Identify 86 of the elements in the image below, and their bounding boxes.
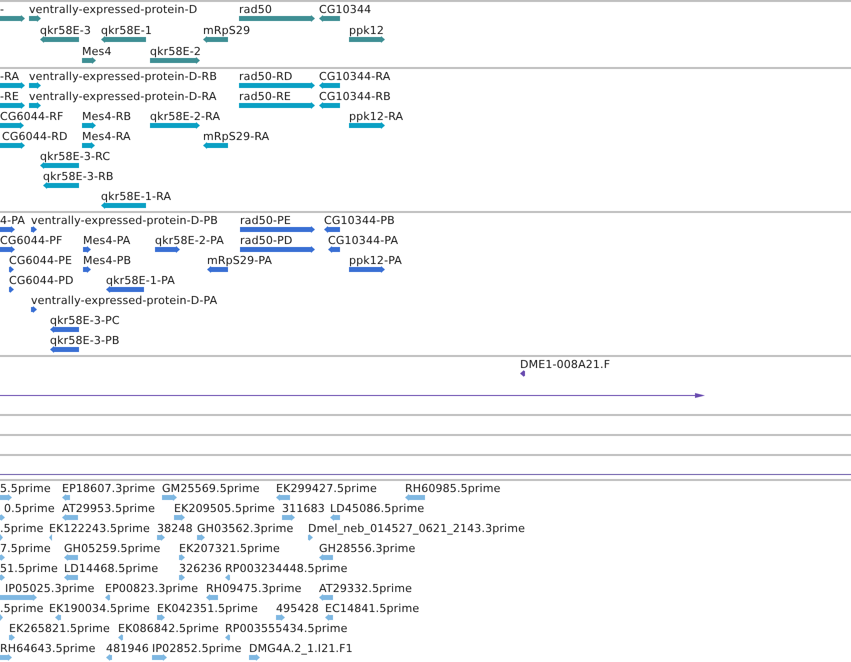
feature-label[interactable]: CG6044-RF (0, 111, 64, 123)
feature-label[interactable]: qkr58E-3-RC (40, 151, 110, 163)
feature-label[interactable]: CG6044-PF (0, 235, 62, 247)
feature-label[interactable]: 38248 (157, 523, 193, 535)
feature-label[interactable]: LD14468.5prime (64, 563, 158, 575)
feature-label[interactable]: ppk12-RA (349, 111, 404, 123)
feature-label[interactable]: 326236 (179, 563, 222, 575)
feature-label[interactable]: Mes4 (82, 46, 112, 58)
feature-label[interactable]: DME1-008A21.F (520, 359, 610, 371)
feature-label[interactable]: ppk12 (349, 25, 384, 37)
feature-label[interactable]: ventrally-expressed-protein-D-PA (31, 295, 218, 307)
feature-label[interactable]: qkr58E-1-PA (106, 275, 175, 287)
feature-label[interactable]: CG10344-PB (324, 215, 395, 227)
feature-label[interactable]: qkr58E-3-PB (50, 335, 120, 347)
feature-label[interactable]: qkr58E-2 (150, 46, 201, 58)
feature-label[interactable]: EK265821.5prime (9, 623, 110, 635)
feature-label[interactable]: qkr58E-1 (101, 25, 152, 37)
feature-label[interactable]: rad50-RE (239, 91, 292, 103)
feature-label[interactable]: ventrally-expressed-protein-D-RA (29, 91, 217, 103)
feature-label[interactable]: Mes4-RA (82, 131, 131, 143)
feature-label[interactable]: EK209505.5prime (174, 503, 275, 515)
feature-label[interactable]: 4-PA (0, 215, 26, 227)
feature-label[interactable]: 495428 (276, 603, 319, 615)
feature-label[interactable]: GM25569.5prime (162, 483, 260, 495)
feature-label[interactable]: EK042351.5prime (157, 603, 258, 615)
feature-label[interactable]: EK086842.5prime (118, 623, 219, 635)
feature-label[interactable]: RP003234448.5prime (225, 563, 348, 575)
feature-label[interactable]: qkr58E-1-RA (101, 191, 172, 203)
feature-label[interactable]: EK207321.5prime (179, 543, 280, 555)
feature-label[interactable]: Mes4-PB (83, 255, 132, 267)
feature-label[interactable]: AT29332.5prime (319, 583, 412, 595)
feature-label[interactable]: LD45086.5prime (330, 503, 424, 515)
feature-label[interactable]: IP02852.5prime (152, 643, 242, 655)
feature-label[interactable]: mRpS29 (203, 25, 250, 37)
feature-label[interactable]: DMG4A.2_1.I21.F1 (249, 643, 353, 655)
feature-label[interactable]: EP00823.3prime (105, 583, 198, 595)
feature-label[interactable]: CG10344-RA (319, 71, 390, 83)
feature-label[interactable]: EP18607.3prime (62, 483, 156, 495)
feature-label[interactable]: qkr58E-3 (40, 25, 91, 37)
feature-label[interactable]: RP003555434.5prime (225, 623, 348, 635)
feature-label[interactable]: mRpS29-RA (203, 131, 270, 143)
feature-label[interactable]: ventrally-expressed-protein-D-RB (29, 71, 218, 83)
feature-label[interactable]: RH09475.3prime (206, 583, 302, 595)
feature-label[interactable]: qkr58E-2-PA (155, 235, 224, 247)
feature-label[interactable]: GH05259.5prime (64, 543, 160, 555)
feature-label[interactable]: -RA (0, 71, 20, 83)
feature-label[interactable]: EK122243.5prime (49, 523, 150, 535)
feature-label[interactable]: 311683 (282, 503, 325, 515)
feature-label[interactable]: 0.5prime (4, 503, 55, 515)
feature-label[interactable]: GH28556.3prime (319, 543, 416, 555)
feature-label[interactable]: qkr58E-3-PC (50, 315, 120, 327)
feature-label[interactable]: 51.5prime (0, 563, 58, 575)
feature-label[interactable]: .5prime (0, 523, 44, 535)
feature-label[interactable]: rad50-PE (240, 215, 291, 227)
feature-label[interactable]: 7.5prime (0, 543, 51, 555)
feature-label[interactable]: qkr58E-2-RA (150, 111, 220, 123)
feature-label[interactable]: IP05025.3prime (5, 583, 95, 595)
feature-label[interactable]: ventrally-expressed-protein-D-PB (31, 215, 218, 227)
feature-label[interactable]: ventrally-expressed-protein-D (29, 4, 198, 16)
feature-label[interactable]: CG10344-RB (319, 91, 391, 103)
feature-label[interactable]: EK299427.5prime (276, 483, 377, 495)
feature-label[interactable]: mRpS29-PA (207, 255, 272, 267)
feature-label[interactable]: rad50-RD (239, 71, 293, 83)
feature-label[interactable]: GH03562.3prime (197, 523, 294, 535)
feature-label[interactable]: CG6044-PE (9, 255, 72, 267)
feature-label[interactable]: RH60985.5prime (405, 483, 501, 495)
feature-label[interactable]: CG10344-PA (328, 235, 398, 247)
feature-label[interactable]: ppk12-PA (349, 255, 402, 267)
feature-label[interactable]: AT29953.5prime (62, 503, 156, 515)
feature-label[interactable]: RH64643.5prime (0, 643, 96, 655)
feature-label[interactable]: CG6044-RD (2, 131, 68, 143)
feature-label[interactable]: Dmel_neb_014527_0621_2143.3prime (308, 523, 526, 535)
feature-label[interactable]: CG10344 (319, 4, 372, 16)
feature-label[interactable]: qkr58E-3-RB (43, 171, 114, 183)
feature-label[interactable]: EC14841.5prime (325, 603, 420, 615)
feature-label[interactable]: rad50-PD (240, 235, 293, 247)
feature-label[interactable]: Mes4-RB (82, 111, 132, 123)
feature-label[interactable]: 481946 (106, 643, 149, 655)
feature-label[interactable]: - (0, 4, 4, 16)
feature-label[interactable]: -RE (0, 91, 20, 103)
feature-label[interactable]: Mes4-PA (83, 235, 130, 247)
feature-label[interactable]: rad50 (239, 4, 272, 16)
feature-label[interactable]: 5.5prime (0, 483, 51, 495)
feature-label[interactable]: CG6044-PD (9, 275, 74, 287)
feature-label[interactable]: .5prime (0, 603, 44, 615)
feature-label[interactable]: EK190034.5prime (49, 603, 150, 615)
